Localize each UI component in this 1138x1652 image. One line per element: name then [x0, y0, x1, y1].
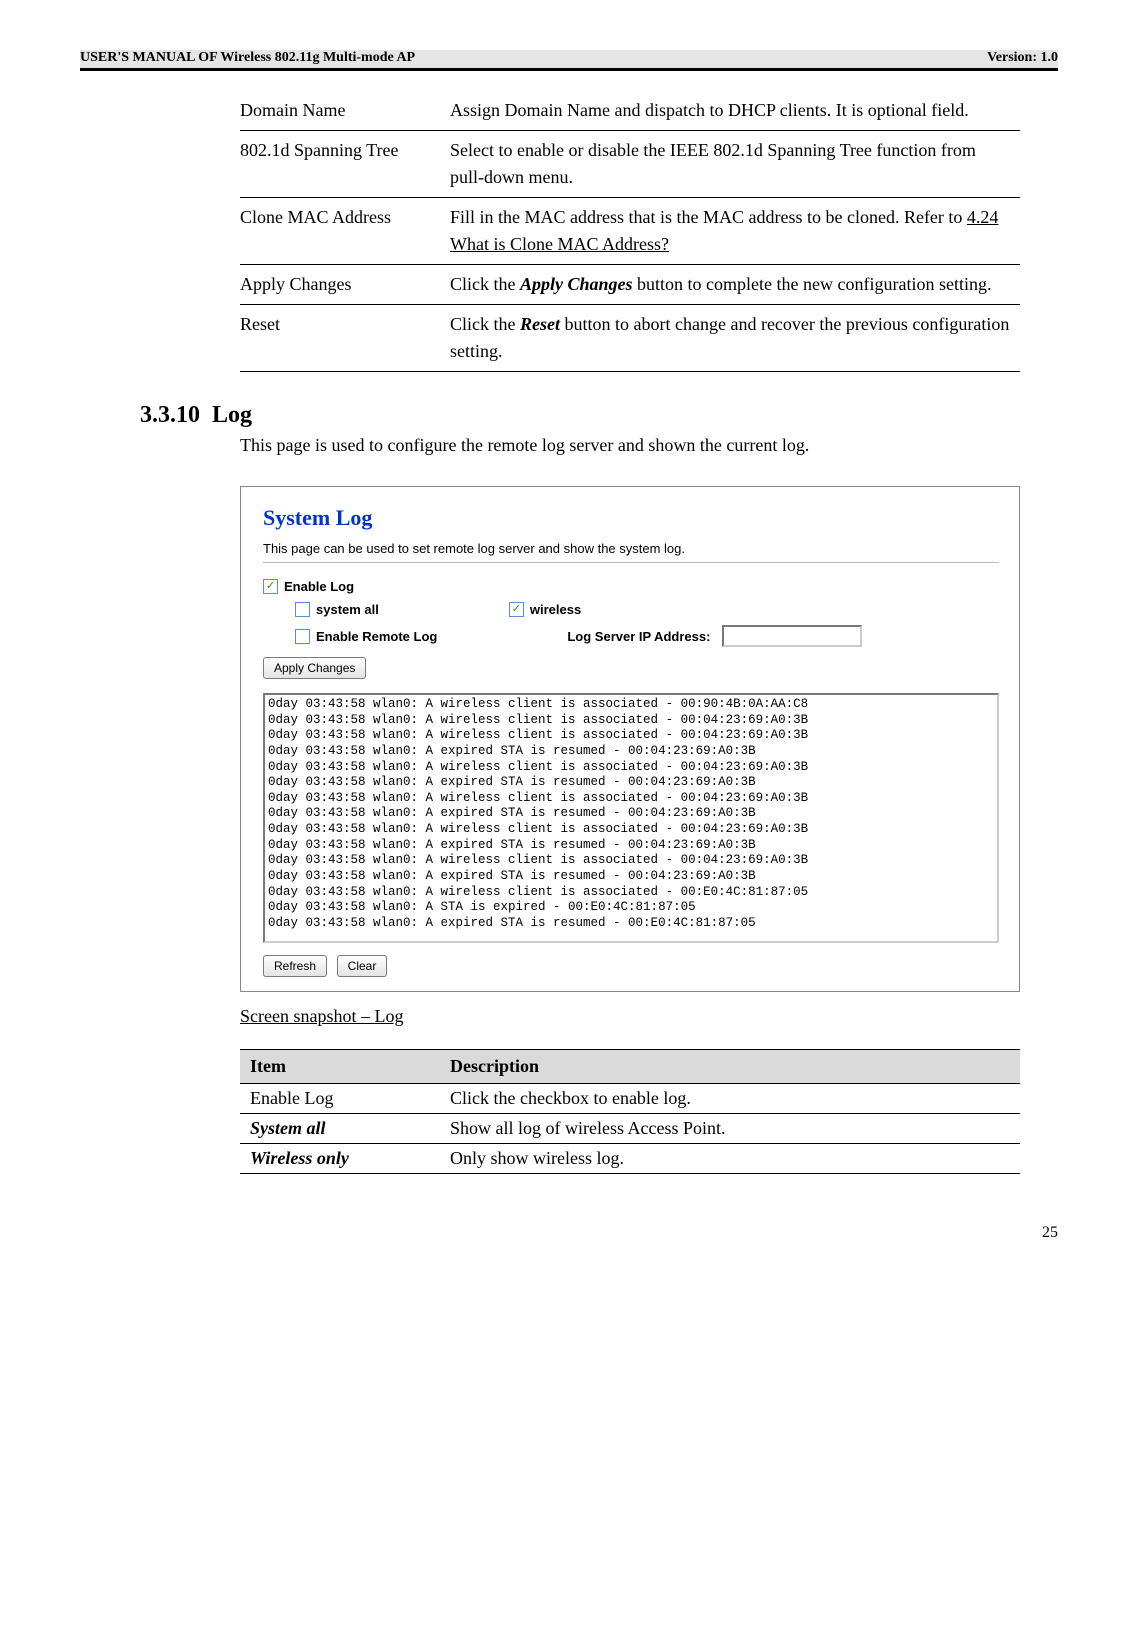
enable-log-checkbox[interactable]: ✓	[263, 579, 278, 594]
section-text: This page is used to configure the remot…	[240, 435, 1058, 456]
param-name: Reset	[240, 305, 450, 372]
description-header: Description	[440, 1050, 1020, 1084]
server-ip-label: Log Server IP Address:	[567, 629, 710, 644]
page-number: 25	[80, 1224, 1058, 1242]
clear-button[interactable]: Clear	[337, 955, 388, 977]
panel-title: System Log	[263, 505, 999, 531]
page-header: USER'S MANUAL OF Wireless 802.11g Multi-…	[80, 50, 1058, 71]
panel-desc: This page can be used to set remote log …	[263, 541, 999, 556]
item-header: Item	[240, 1050, 440, 1084]
item-desc: Click the checkbox to enable log.	[440, 1084, 1020, 1114]
item-description-table: Item Description Enable LogClick the che…	[240, 1049, 1020, 1174]
param-desc: Select to enable or disable the IEEE 802…	[450, 131, 1020, 198]
system-all-row: system all ✓ wireless	[295, 602, 999, 617]
param-desc: Assign Domain Name and dispatch to DHCP …	[450, 91, 1020, 131]
param-name: Domain Name	[240, 91, 450, 131]
enable-remote-checkbox[interactable]	[295, 629, 310, 644]
parameters-table: Domain NameAssign Domain Name and dispat…	[240, 91, 1020, 372]
param-name: 802.1d Spanning Tree	[240, 131, 450, 198]
apply-changes-button[interactable]: Apply Changes	[263, 657, 366, 679]
enable-remote-label: Enable Remote Log	[316, 629, 437, 644]
param-name: Clone MAC Address	[240, 198, 450, 265]
item-desc: Show all log of wireless Access Point.	[440, 1114, 1020, 1144]
section-heading: 3.3.10 Log	[140, 402, 1058, 429]
header-left: USER'S MANUAL OF Wireless 802.11g Multi-…	[80, 50, 415, 66]
server-ip-input[interactable]	[722, 625, 862, 647]
item-name: Enable Log	[240, 1084, 440, 1114]
refresh-button[interactable]: Refresh	[263, 955, 327, 977]
enable-log-row: ✓ Enable Log	[263, 579, 999, 594]
log-textarea[interactable]: 0day 03:43:58 wlan0: A wireless client i…	[263, 693, 999, 943]
item-name: System all	[240, 1114, 440, 1144]
param-name: Apply Changes	[240, 265, 450, 305]
item-desc: Only show wireless log.	[440, 1144, 1020, 1174]
param-desc: Click the Reset button to abort change a…	[450, 305, 1020, 372]
divider	[263, 562, 999, 563]
header-right: Version: 1.0	[987, 50, 1058, 66]
param-desc: Fill in the MAC address that is the MAC …	[450, 198, 1020, 265]
wireless-label: wireless	[530, 602, 581, 617]
item-name: Wireless only	[240, 1144, 440, 1174]
system-all-checkbox[interactable]	[295, 602, 310, 617]
remote-log-row: Enable Remote Log Log Server IP Address:	[295, 625, 999, 647]
section-number: 3.3.10	[140, 402, 200, 428]
screenshot-caption: Screen snapshot – Log	[240, 1006, 1058, 1027]
system-log-panel: System Log This page can be used to set …	[240, 486, 1020, 992]
system-all-label: system all	[316, 602, 379, 617]
param-desc: Click the Apply Changes button to comple…	[450, 265, 1020, 305]
section-title: Log	[212, 402, 252, 428]
enable-log-label: Enable Log	[284, 579, 354, 594]
wireless-checkbox[interactable]: ✓	[509, 602, 524, 617]
